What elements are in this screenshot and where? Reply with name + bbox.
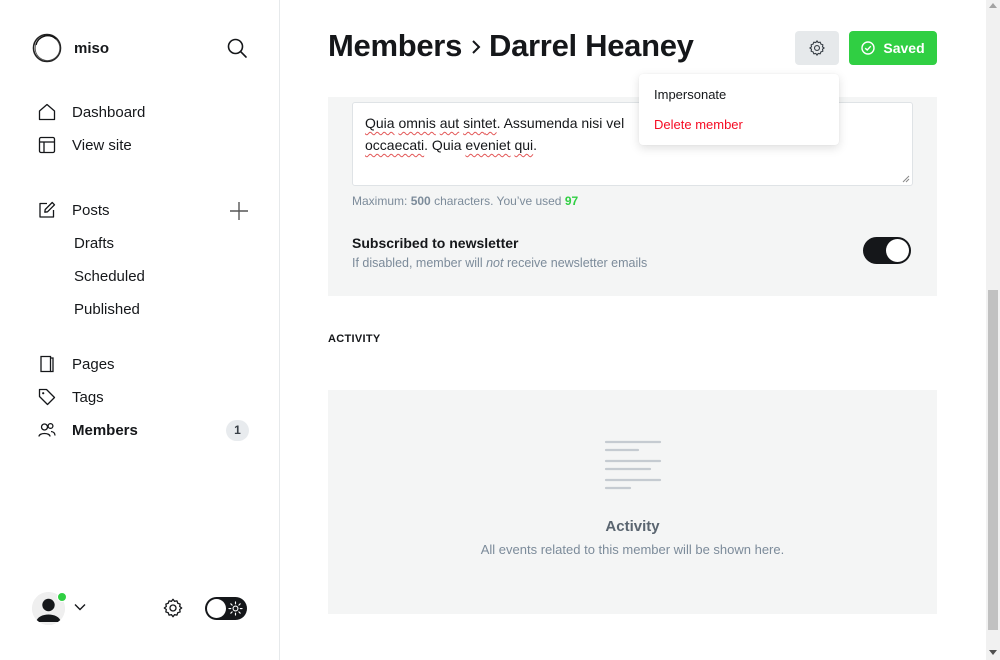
sun-icon — [228, 601, 243, 616]
note-text: . Assumenda nisi vel — [496, 115, 625, 131]
page-icon — [40, 355, 54, 373]
nav-view-site-label: View site — [72, 136, 132, 154]
activity-list-icon — [604, 440, 662, 490]
activity-empty-description: All events related to this member will b… — [480, 542, 785, 557]
home-icon — [38, 103, 56, 121]
chevron-down-icon[interactable] — [73, 602, 87, 612]
member-name: Darrel Heaney — [489, 28, 694, 63]
nav-posts[interactable]: Posts — [38, 198, 110, 222]
members-icon — [38, 422, 56, 437]
breadcrumb-members[interactable]: Members — [328, 28, 462, 64]
nav-members[interactable]: Members — [38, 418, 138, 442]
newsletter-desc-a: If disabled, member will — [352, 256, 483, 270]
nav-view-site[interactable]: View site — [38, 133, 132, 157]
nav-drafts[interactable]: Drafts — [74, 232, 114, 256]
note-word: eveniet — [465, 137, 511, 153]
chevron-right-icon — [472, 40, 481, 54]
search-icon[interactable] — [226, 37, 248, 59]
nav-published[interactable]: Published — [74, 298, 140, 322]
theme-toggle-knob — [207, 599, 226, 618]
resize-handle-icon[interactable] — [902, 175, 910, 183]
hint-prefix: Maximum: — [352, 194, 408, 208]
check-circle-icon — [861, 41, 876, 55]
site-name: miso — [74, 39, 110, 57]
pen-square-icon — [39, 201, 56, 218]
note-word: et — [484, 115, 497, 131]
add-post-icon[interactable] — [228, 200, 250, 222]
settings-gear-icon[interactable] — [162, 597, 184, 619]
tag-icon — [38, 388, 56, 406]
brand[interactable]: miso — [32, 33, 109, 63]
newsletter-desc-em: not — [486, 256, 504, 270]
sidebar: miso Dashboard View site Posts Drafts Sc… — [0, 0, 280, 660]
note-word: omnis — [398, 115, 436, 131]
online-status-dot — [57, 592, 67, 602]
note-word: aut — [439, 115, 460, 131]
newsletter-description: If disabled, member will not receive new… — [352, 256, 647, 270]
scrollbar-thumb[interactable] — [988, 290, 998, 630]
newsletter-title: Subscribed to newsletter — [352, 235, 519, 251]
newsletter-desc-b: receive newsletter emails — [506, 256, 648, 270]
nav-pages[interactable]: Pages — [38, 352, 115, 376]
gear-icon — [809, 40, 825, 56]
delete-member-menu-item[interactable]: Delete member — [654, 117, 743, 132]
hint-used-count: 97 — [564, 194, 579, 208]
activity-empty-title: Activity — [605, 518, 660, 535]
saved-label: Saved — [883, 40, 925, 56]
activity-section-label: ACTIVITY — [328, 333, 381, 345]
newsletter-toggle[interactable] — [863, 237, 911, 264]
member-details-panel: Quia omnis aut sintet. Assumenda nisi ve… — [328, 97, 937, 296]
nav-posts-label: Posts — [72, 201, 110, 219]
saved-button[interactable]: Saved — [849, 31, 937, 65]
note-text: . — [533, 137, 538, 153]
note-word: Quia — [365, 115, 395, 131]
nav-pages-label: Pages — [72, 355, 115, 373]
note-char-hint: Maximum: 500 characters. You’ve used 97 — [352, 194, 578, 208]
note-text: . Quia — [424, 137, 462, 153]
hint-max: 500 — [410, 194, 431, 208]
nav-dashboard-label: Dashboard — [72, 103, 146, 121]
note-word: sint — [463, 115, 485, 131]
nav-tags[interactable]: Tags — [38, 385, 104, 409]
theme-toggle[interactable] — [205, 597, 247, 620]
site-logo-icon — [32, 33, 62, 63]
page-title: Members Darrel Heaney — [328, 28, 694, 64]
nav-scheduled[interactable]: Scheduled — [74, 265, 145, 289]
page-scrollbar[interactable] — [986, 0, 1000, 660]
member-actions-dropdown: Impersonate Delete member — [639, 74, 839, 145]
newsletter-toggle-knob — [886, 239, 909, 262]
nav-members-label: Members — [72, 421, 138, 439]
scroll-up-arrow-icon[interactable] — [989, 3, 997, 8]
member-actions-button[interactable] — [795, 31, 839, 65]
members-count-badge: 1 — [226, 420, 249, 441]
nav-dashboard[interactable]: Dashboard — [38, 100, 145, 124]
note-word: occaecati — [365, 137, 425, 153]
scroll-down-arrow-icon[interactable] — [989, 650, 997, 655]
hint-mid: characters. You’ve used — [434, 194, 562, 208]
main-content: Members Darrel Heaney Saved Quia omnis a… — [281, 0, 986, 660]
layout-icon — [38, 136, 56, 154]
nav-tags-label: Tags — [72, 388, 104, 406]
impersonate-menu-item[interactable]: Impersonate — [654, 87, 726, 102]
activity-panel: Activity All events related to this memb… — [328, 390, 937, 614]
note-word: qui — [514, 137, 534, 153]
